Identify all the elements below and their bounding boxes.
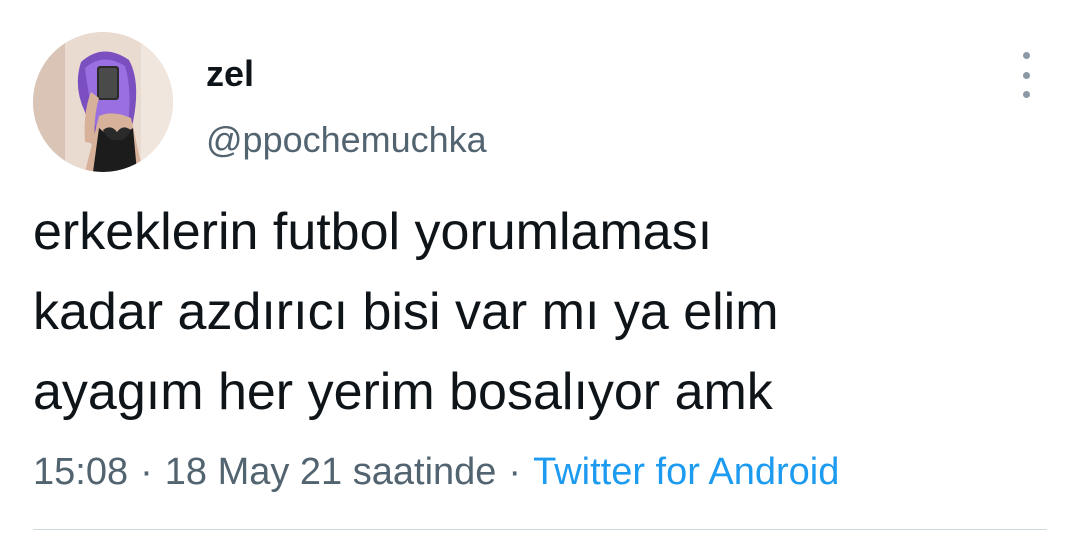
more-options-button[interactable] xyxy=(1010,52,1042,98)
avatar[interactable] xyxy=(33,32,173,172)
tweet-source-link[interactable]: Twitter for Android xyxy=(533,451,839,493)
meta-separator: · xyxy=(508,451,522,493)
divider xyxy=(33,529,1047,530)
more-vertical-icon xyxy=(1022,52,1030,59)
tweet-text: erkeklerin futbol yorumlaması kadar azdı… xyxy=(33,192,1043,432)
tweet-time[interactable]: 15:08 xyxy=(33,451,128,493)
tweet-text-line: erkeklerin futbol yorumlaması xyxy=(33,203,713,261)
tweet-text-line: kadar azdırıcı bisi var mı ya elim xyxy=(33,283,779,341)
tweet-date[interactable]: 18 May 21 saatinde xyxy=(165,451,497,493)
tweet-text-line: ayagım her yerim bosalıyor amk xyxy=(33,363,773,421)
more-vertical-icon-dot xyxy=(1022,91,1030,98)
avatar-photo xyxy=(33,32,173,172)
author-display-name[interactable]: zel xyxy=(206,52,254,96)
tweet-meta: 15:08 · 18 May 21 saatinde · Twitter for And… xyxy=(33,448,839,496)
meta-separator: · xyxy=(140,451,153,493)
more-vertical-icon-dot xyxy=(1022,71,1030,79)
tweet-card: zel @ppochemuchka erkeklerin futbol yoru… xyxy=(0,0,1080,539)
author-handle[interactable]: @ppochemuchka xyxy=(206,118,487,162)
